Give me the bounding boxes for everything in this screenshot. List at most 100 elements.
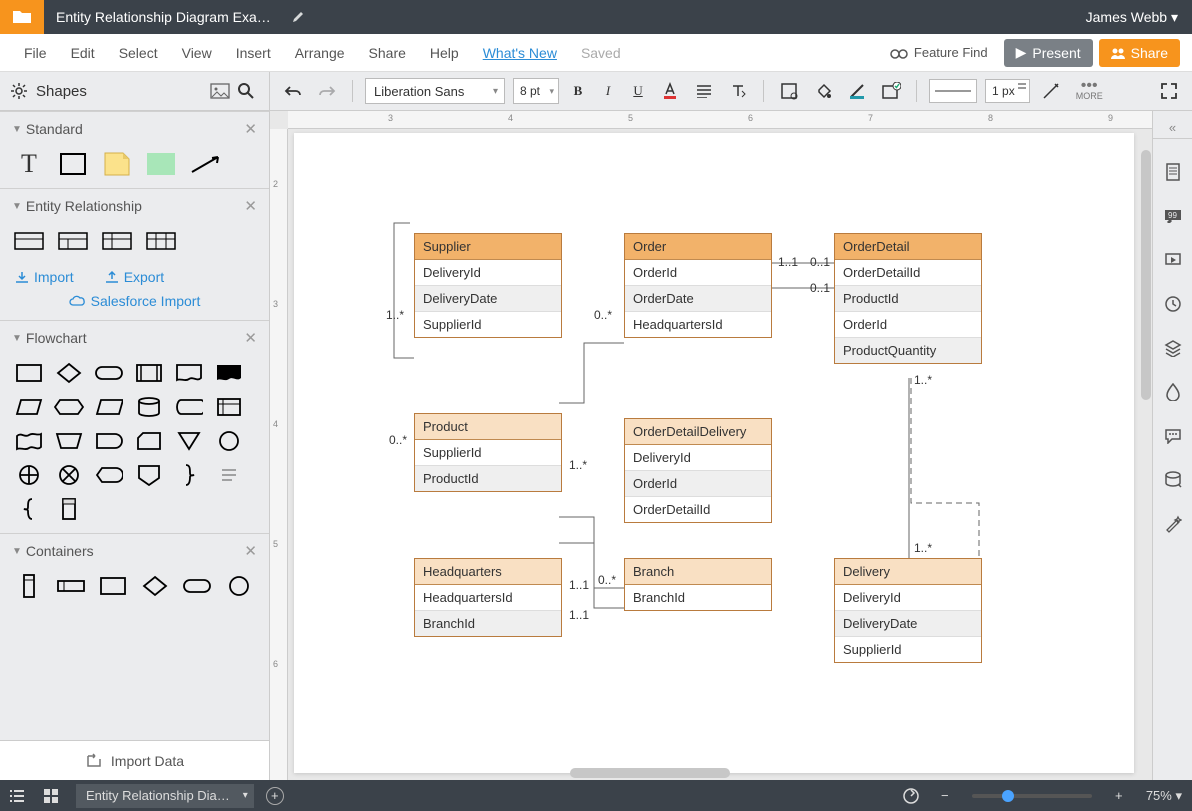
redo-button[interactable]	[314, 78, 340, 104]
fc-delay[interactable]	[94, 429, 124, 453]
fc-trap[interactable]	[14, 395, 44, 419]
border-button[interactable]	[844, 78, 870, 104]
panel-er-header[interactable]: ▼Entity Relationship✕	[0, 189, 269, 223]
textfield-button[interactable]	[725, 78, 751, 104]
more-button[interactable]: •••MORE	[1076, 81, 1103, 101]
er-shape-3[interactable]	[102, 229, 132, 253]
present-icon[interactable]	[1162, 249, 1184, 271]
fc-internal[interactable]	[214, 395, 244, 419]
text-shape[interactable]: T	[14, 152, 44, 176]
history-icon[interactable]	[1162, 293, 1184, 315]
comment-icon[interactable]: 99	[1162, 205, 1184, 227]
drop-icon[interactable]	[1162, 381, 1184, 403]
lineedit-button[interactable]	[1038, 78, 1064, 104]
close-icon[interactable]: ✕	[244, 329, 257, 347]
menu-select[interactable]: Select	[107, 45, 170, 61]
grid-view-icon[interactable]	[34, 788, 68, 804]
font-selector[interactable]: Liberation Sans	[365, 78, 505, 104]
share-button[interactable]: Share	[1099, 39, 1180, 67]
undo-button[interactable]	[280, 78, 306, 104]
cont-5[interactable]	[182, 574, 212, 598]
feature-find[interactable]: Feature Find	[890, 45, 988, 60]
import-link[interactable]: Import	[14, 269, 74, 285]
menu-file[interactable]: File	[12, 45, 59, 61]
chat-icon[interactable]	[1162, 425, 1184, 447]
entity-supplier[interactable]: Supplier DeliveryId DeliveryDate Supplie…	[414, 233, 562, 338]
layers-icon[interactable]	[1162, 337, 1184, 359]
fc-tape[interactable]	[14, 429, 44, 453]
page-tab[interactable]: Entity Relationship Dia…	[76, 784, 254, 808]
align-button[interactable]	[691, 78, 717, 104]
arrow-shape[interactable]	[190, 152, 220, 176]
scrollbar-vertical[interactable]	[1141, 150, 1151, 400]
fullscreen-button[interactable]	[1156, 78, 1182, 104]
fc-brace-r[interactable]	[174, 463, 204, 487]
menu-help[interactable]: Help	[418, 45, 471, 61]
cont-2[interactable]	[56, 574, 86, 598]
linewidth-selector[interactable]: 1 px	[985, 79, 1030, 103]
zoom-out-button[interactable]: −	[928, 788, 962, 803]
panel-standard-header[interactable]: ▼Standard✕	[0, 112, 269, 146]
cont-4[interactable]	[140, 574, 170, 598]
entity-product[interactable]: Product SupplierId ProductId	[414, 413, 562, 492]
zoom-level[interactable]: 75% ▾	[1136, 788, 1192, 804]
fc-off[interactable]	[134, 463, 164, 487]
textcolor-button[interactable]	[657, 78, 683, 104]
search-icon[interactable]	[233, 78, 259, 104]
page-icon[interactable]	[1162, 161, 1184, 183]
image-icon[interactable]	[207, 78, 233, 104]
fc-tri[interactable]	[174, 429, 204, 453]
close-icon[interactable]: ✕	[244, 120, 257, 138]
add-page-button[interactable]: +	[266, 787, 284, 805]
folder-icon[interactable]	[0, 0, 44, 34]
fc-display[interactable]	[94, 463, 124, 487]
entity-branch[interactable]: Branch BranchId	[624, 558, 772, 611]
autosave-icon[interactable]	[894, 787, 928, 805]
fc-circle[interactable]	[214, 429, 244, 453]
fc-stored[interactable]	[174, 395, 204, 419]
menu-share[interactable]: Share	[357, 45, 418, 61]
present-button[interactable]: ▶Present	[1004, 39, 1093, 67]
menu-whatsnew[interactable]: What's New	[471, 45, 569, 61]
menu-insert[interactable]: Insert	[224, 45, 283, 61]
fc-para[interactable]	[94, 395, 124, 419]
linestyle-selector[interactable]	[929, 79, 977, 103]
fill-button[interactable]	[810, 78, 836, 104]
magic-icon[interactable]	[1162, 513, 1184, 535]
cont-3[interactable]	[98, 574, 128, 598]
fc-doc2[interactable]	[214, 361, 244, 385]
cont-6[interactable]	[224, 574, 254, 598]
fc-note[interactable]	[214, 463, 244, 487]
import-data-button[interactable]: Import Data	[0, 740, 269, 780]
collapse-right-icon[interactable]: «	[1153, 117, 1192, 139]
entity-orderdetaildelivery[interactable]: OrderDetailDelivery DeliveryId OrderId O…	[624, 418, 772, 523]
salesforce-import-link[interactable]: Salesforce Import	[0, 289, 269, 320]
fc-manual[interactable]	[54, 429, 84, 453]
menu-edit[interactable]: Edit	[59, 45, 107, 61]
shapefill-button[interactable]	[776, 78, 802, 104]
fc-terminator[interactable]	[94, 361, 124, 385]
er-shape-4[interactable]	[146, 229, 176, 253]
list-view-icon[interactable]	[0, 789, 34, 803]
fontsize-selector[interactable]: 8 pt	[513, 78, 559, 104]
entity-order[interactable]: Order OrderId OrderDate HeadquartersId	[624, 233, 772, 338]
edit-title-icon[interactable]	[291, 10, 305, 24]
shapeopt-button[interactable]	[878, 78, 904, 104]
rect-shape[interactable]	[58, 152, 88, 176]
fc-sum[interactable]	[14, 463, 44, 487]
fc-swim[interactable]	[54, 497, 84, 521]
fc-card[interactable]	[134, 429, 164, 453]
user-menu[interactable]: James Webb ▾	[1072, 9, 1192, 26]
panel-containers-header[interactable]: ▼Containers✕	[0, 534, 269, 568]
entity-orderdetail[interactable]: OrderDetail OrderDetailId ProductId Orde…	[834, 233, 982, 364]
fc-diamond[interactable]	[54, 361, 84, 385]
entity-headquarters[interactable]: Headquarters HeadquartersId BranchId	[414, 558, 562, 637]
fc-hex[interactable]	[54, 395, 84, 419]
fc-rect[interactable]	[14, 361, 44, 385]
zoom-in-button[interactable]: +	[1102, 788, 1136, 803]
block-shape[interactable]	[146, 152, 176, 176]
paper[interactable]: Supplier DeliveryId DeliveryDate Supplie…	[294, 133, 1134, 773]
entity-delivery[interactable]: Delivery DeliveryId DeliveryDate Supplie…	[834, 558, 982, 663]
fc-brace-l[interactable]	[14, 497, 44, 521]
fc-predef[interactable]	[134, 361, 164, 385]
